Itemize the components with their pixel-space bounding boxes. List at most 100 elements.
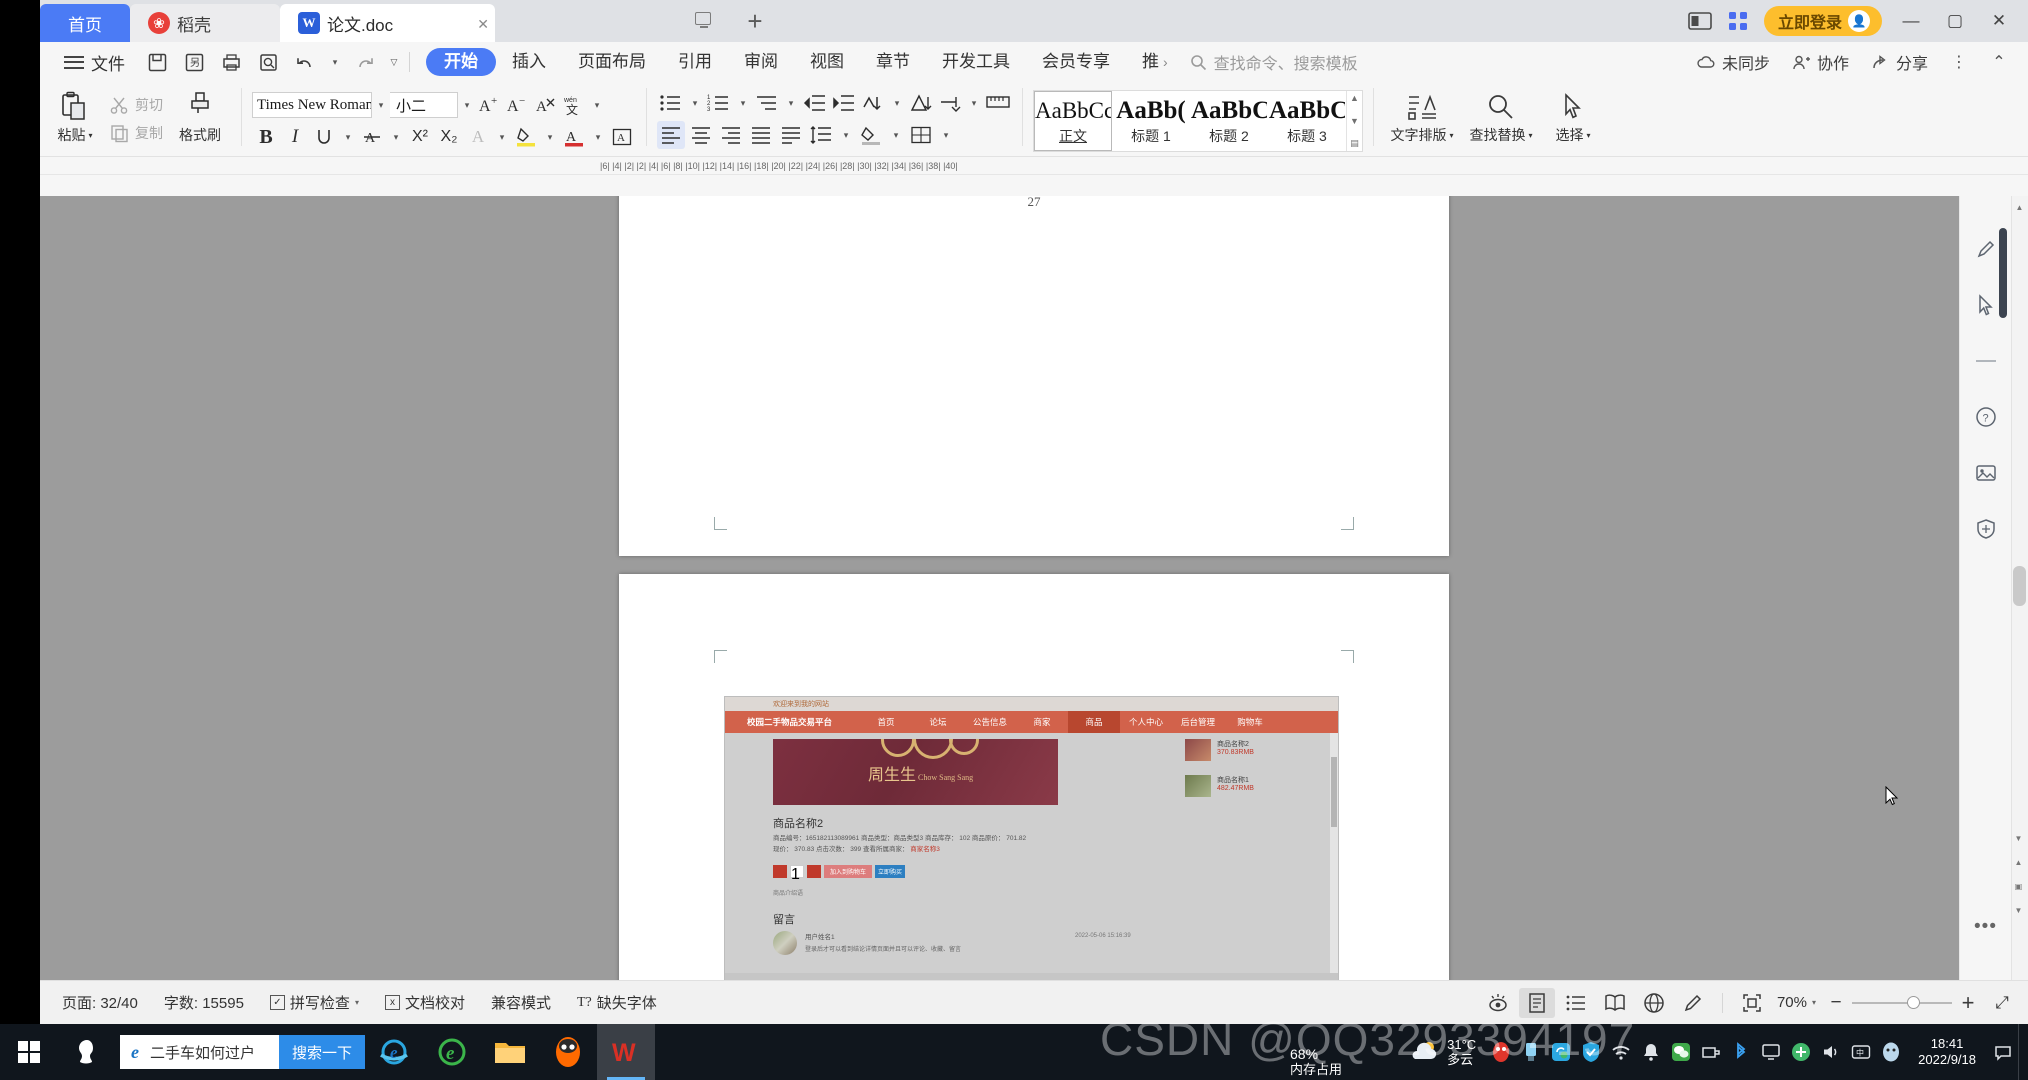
app-grid-icon[interactable] [1720,4,1756,38]
italic-button[interactable]: I [281,123,309,151]
ruler-toggle-icon[interactable] [984,89,1012,117]
bullet-list-dropdown-icon[interactable]: ▾ [686,90,704,116]
tab-view[interactable]: 视图 [794,48,860,76]
pen-annotate-icon[interactable] [1969,234,2003,264]
underline-dropdown-icon[interactable]: ▾ [339,124,357,150]
notification-bell-icon[interactable] [1636,1024,1666,1080]
sync-tool-icon[interactable] [1546,1024,1576,1080]
select-button[interactable]: 选择 ▾ [1542,85,1604,153]
tab-docer[interactable]: ❀ 稻壳 [130,4,280,42]
input-method-icon[interactable]: 中 [1846,1024,1876,1080]
ie-browser-icon[interactable]: e [365,1024,423,1080]
decrease-indent-icon[interactable] [801,89,829,117]
copy-button[interactable]: 复制 [104,119,169,147]
redo-icon[interactable] [348,47,381,77]
close-button[interactable]: ✕ [1978,0,2020,42]
security-shield-icon[interactable] [1576,1024,1606,1080]
undo-icon[interactable] [289,47,322,77]
text-layout-button[interactable]: 文字排版 ▾ [1384,85,1460,153]
qq-browser-icon[interactable] [539,1024,597,1080]
font-size-dropdown-icon[interactable]: ▾ [458,92,476,118]
maximize-button[interactable]: ▢ [1934,0,1976,42]
taskbar-search-box[interactable]: e 二手车如何过户 搜索一下 [120,1035,365,1069]
align-left-icon[interactable] [657,121,685,149]
shield-features-icon[interactable] [1969,514,2003,544]
font-name-dropdown-icon[interactable]: ▾ [372,92,390,118]
tab-home[interactable]: 首页 [40,4,130,42]
taskbar-clock[interactable]: 18:41 2022/9/18 [1906,1036,1988,1068]
borders-icon[interactable] [907,121,935,149]
new-window-icon[interactable] [695,12,711,28]
file-menu-button[interactable]: 文件 [64,50,125,75]
fullscreen-button[interactable]: ⤢ [1984,988,2020,1018]
sort-icon[interactable] [859,89,887,117]
tab-member-exclusive[interactable]: 会员专享 [1026,48,1126,76]
embedded-figure-product-page[interactable]: 欢迎来到我的网站 校园二手物品交易平台 首页 论坛 公告信息 商家 商品 个人中… [724,696,1339,980]
style-expand-icon[interactable]: ▤ [1350,138,1359,149]
font-color-dropdown-icon[interactable]: ▾ [589,124,607,150]
scroll-up-icon[interactable]: ▲ [2012,200,2027,215]
page-view-icon[interactable] [1518,987,1555,1018]
grow-font-icon[interactable]: A + [476,91,504,119]
image-tools-icon[interactable] [1969,458,2003,488]
scroll-down-icon[interactable]: ▼ [2011,831,2026,846]
memory-widget[interactable]: 68% 内存占用 [1290,1046,1342,1078]
text-effect-dropdown-icon[interactable]: ▾ [493,124,511,150]
start-button[interactable] [0,1024,58,1080]
line-spacing-icon[interactable] [807,121,835,149]
distribute-icon[interactable] [777,121,805,149]
save-as-icon[interactable]: 另 [178,47,211,77]
tab-document[interactable]: W 论文.doc ✕ [280,4,495,42]
taskbar-search-button[interactable]: 搜索一下 [278,1035,365,1069]
scroll-thumb[interactable] [2013,566,2026,606]
reading-view-icon[interactable] [1597,988,1633,1018]
undo-dropdown-icon[interactable]: ▾ [326,49,344,75]
rail-more-icon[interactable]: ••• [1974,916,1997,938]
pinyin-dropdown-icon[interactable]: ▾ [588,92,606,118]
style-scroll-down-icon[interactable]: ▼ [1350,116,1359,126]
bluetooth-icon[interactable] [1726,1024,1756,1080]
numbered-list-icon[interactable]: 123 [705,89,733,117]
sort-dropdown-icon[interactable]: ▾ [888,90,906,116]
vertical-scrollbar[interactable]: ▲ ▼ ▲ ▣ ▼ [2011,196,2028,980]
search-command-box[interactable]: 查找命令、搜索模板 [1190,50,1358,74]
zoom-out-button[interactable]: − [1823,988,1849,1018]
tab-close-icon[interactable]: ✕ [477,16,489,33]
new-tab-button[interactable]: + [740,6,770,36]
select-browse-object-icon[interactable]: ▣ [2011,879,2026,894]
minimize-button[interactable]: — [1890,0,1932,42]
highlight-color-button[interactable] [512,123,540,151]
show-marks-icon[interactable] [936,89,964,117]
tab-section[interactable]: 章节 [860,48,926,76]
save-icon[interactable] [141,47,174,77]
zoom-level[interactable]: 70% ▾ [1773,994,1820,1011]
pinyin-guide-icon[interactable]: wén 文 [560,91,588,119]
antivirus-icon[interactable] [1486,1024,1516,1080]
outline-view-icon[interactable] [1558,988,1594,1018]
tab-start[interactable]: 开始 [426,48,496,76]
notification-center-icon[interactable] [1988,1024,2018,1080]
style-gallery-scroll[interactable]: ▲ ▼ ▤ [1346,91,1362,151]
print-preview-icon[interactable] [252,47,285,77]
sogou-input-icon[interactable] [58,1024,116,1080]
wifi-icon[interactable] [1606,1024,1636,1080]
qq-tray-icon[interactable] [1876,1024,1906,1080]
customize-toolbar-icon[interactable]: ▽ [385,49,403,75]
style-heading-2[interactable]: AaBbC 标题 2 [1190,91,1268,151]
compat-mode-label[interactable]: 兼容模式 [478,992,564,1013]
style-heading-1[interactable]: AaBb( 标题 1 [1112,91,1190,151]
line-spacing-dropdown-icon[interactable]: ▾ [837,122,855,148]
wechat-icon[interactable] [1666,1024,1696,1080]
highlight-dropdown-icon[interactable]: ▾ [541,124,559,150]
file-explorer-icon[interactable] [481,1024,539,1080]
eye-protection-icon[interactable] [1480,988,1516,1018]
more-options-icon[interactable]: ⋮ [1940,46,1978,78]
spellcheck-toggle[interactable]: ✓ 拼写检查 ▾ [257,992,372,1013]
page-indicator[interactable]: 页面: 32/40 [40,992,151,1013]
help-icon[interactable]: ? [1969,402,2003,432]
print-icon[interactable] [215,47,248,77]
paste-button[interactable]: 粘贴 ▾ [46,85,104,153]
zoom-slider[interactable] [1852,994,1952,1012]
find-replace-button[interactable]: 查找替换 ▾ [1460,85,1542,153]
word-count[interactable]: 字数: 15595 [151,992,257,1013]
